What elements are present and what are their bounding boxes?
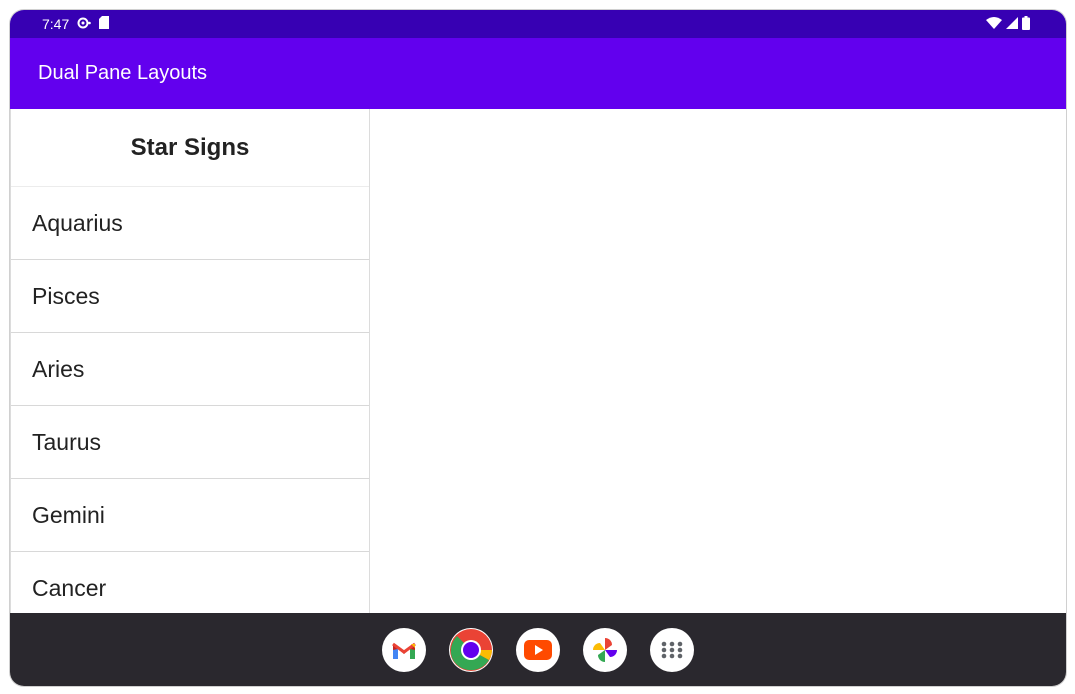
star-signs-list-pane: Star Signs Aquarius Pisces Aries Taurus … bbox=[10, 109, 370, 613]
list-item-cancer[interactable]: Cancer bbox=[11, 552, 369, 613]
list-item-aquarius[interactable]: Aquarius bbox=[11, 187, 369, 260]
status-bar: 7:47 bbox=[10, 10, 1066, 38]
list-header: Star Signs bbox=[11, 109, 369, 187]
list-item-pisces[interactable]: Pisces bbox=[11, 260, 369, 333]
app-drawer-icon[interactable] bbox=[650, 627, 694, 672]
app-bar: Dual Pane Layouts bbox=[10, 38, 1066, 109]
battery-icon bbox=[1022, 15, 1030, 33]
chrome-icon[interactable] bbox=[449, 627, 493, 672]
list-item-aries[interactable]: Aries bbox=[11, 333, 369, 406]
dual-pane-content: Star Signs Aquarius Pisces Aries Taurus … bbox=[10, 109, 1066, 613]
signal-icon bbox=[1006, 16, 1018, 32]
status-time: 7:47 bbox=[42, 16, 70, 32]
detail-pane bbox=[369, 109, 1066, 613]
sd-card-icon bbox=[99, 16, 110, 32]
youtube-icon[interactable] bbox=[516, 627, 560, 672]
taskbar bbox=[10, 613, 1066, 686]
list-item-taurus[interactable]: Taurus bbox=[11, 406, 369, 479]
list-item-gemini[interactable]: Gemini bbox=[11, 479, 369, 552]
status-left: 7:47 bbox=[10, 16, 110, 32]
sync-icon bbox=[77, 16, 92, 32]
device-screen: 7:47 Dual Pane Layouts Star Signs Aquari… bbox=[10, 10, 1066, 686]
photos-icon[interactable] bbox=[583, 627, 627, 672]
gmail-icon[interactable] bbox=[382, 627, 426, 672]
status-right bbox=[986, 15, 1066, 33]
wifi-icon bbox=[986, 16, 1002, 32]
app-title: Dual Pane Layouts bbox=[38, 62, 208, 84]
